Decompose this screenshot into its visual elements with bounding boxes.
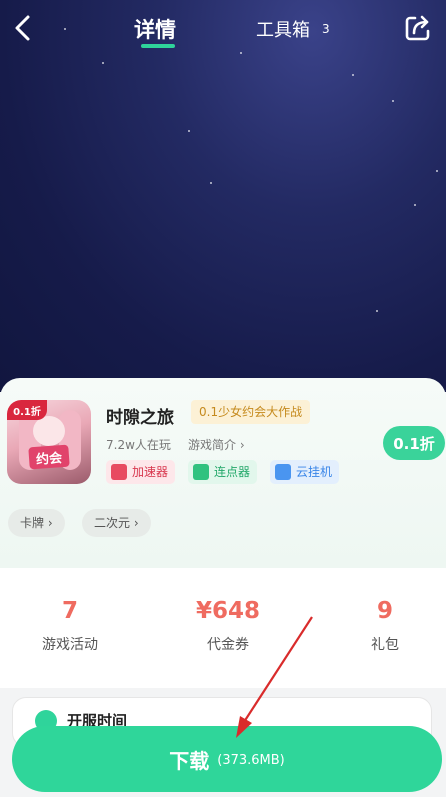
star <box>436 170 438 172</box>
feature-label: 连点器 <box>214 465 251 479</box>
stats-row: 7 游戏活动 ¥648 代金券 9 礼包 <box>0 568 446 688</box>
tab-detail[interactable]: 详情 <box>134 14 176 44</box>
tag-label: 卡牌 <box>20 516 45 530</box>
game-slogan-badge: 0.1少女约会大作战 <box>191 400 311 424</box>
feature-label: 云挂机 <box>296 465 333 479</box>
feature-label: 加速器 <box>132 465 169 479</box>
star <box>102 62 104 64</box>
chevron-right-icon: › <box>133 516 139 530</box>
icon-discount-badge: 0.1折 <box>7 400 47 420</box>
tag-label: 二次元 <box>94 516 131 530</box>
icon-sign: 约会 <box>28 444 70 470</box>
stat-vouchers[interactable]: ¥648 代金券 <box>168 598 288 654</box>
stat-label: 代金券 <box>207 637 249 653</box>
game-title: 时隙之旅 <box>106 408 174 428</box>
top-bar: 详情 工具箱 3 <box>0 0 446 56</box>
feature-cloud-idle[interactable]: 云挂机 <box>270 460 340 484</box>
star <box>414 204 416 206</box>
hero-banner <box>0 0 446 392</box>
stat-label: 游戏活动 <box>42 637 98 653</box>
tab-tools-count: 3 <box>322 22 330 36</box>
star <box>210 182 212 184</box>
star <box>392 100 394 102</box>
chevron-right-icon: › <box>47 516 53 530</box>
star <box>188 130 190 132</box>
chevron-right-icon: › <box>239 438 245 452</box>
game-icon[interactable]: 约会 0.1折 <box>7 400 91 484</box>
tag-card-game[interactable]: 卡牌 › <box>8 509 65 537</box>
share-button[interactable] <box>400 10 436 46</box>
game-info-card: 约会 0.1折 时隙之旅 0.1少女约会大作战 7.2w人在玩 游戏简介 › 加… <box>0 378 446 568</box>
cloud-icon <box>275 464 291 480</box>
icon-art-face <box>33 416 65 446</box>
stat-label: 礼包 <box>371 637 399 653</box>
tab-active-indicator <box>141 44 175 48</box>
player-count: 7.2w人在玩 <box>106 438 171 452</box>
download-label: 下载 <box>169 748 210 773</box>
feature-auto-clicker[interactable]: 连点器 <box>188 460 258 484</box>
game-intro-link[interactable]: 游戏简介 › <box>188 436 245 453</box>
download-button[interactable]: 下载 (373.6MB) <box>12 726 442 792</box>
rocket-icon <box>111 464 127 480</box>
feature-accelerator[interactable]: 加速器 <box>106 460 176 484</box>
stat-value: 7 <box>61 598 78 624</box>
discount-badge: 0.1折 <box>383 426 445 460</box>
back-arrow-icon <box>15 15 30 41</box>
game-intro-label: 游戏简介 <box>188 438 237 452</box>
back-button[interactable] <box>6 10 42 46</box>
download-size: (373.6MB) <box>217 753 285 768</box>
share-icon <box>405 15 430 41</box>
stat-activities[interactable]: 7 游戏活动 <box>10 598 130 654</box>
tap-icon <box>193 464 209 480</box>
star <box>376 310 378 312</box>
star <box>352 74 354 76</box>
stat-gift-packs[interactable]: 9 礼包 <box>325 598 445 654</box>
stat-value: ¥648 <box>195 598 260 624</box>
tab-tools[interactable]: 工具箱 <box>256 16 310 42</box>
stat-value: 9 <box>376 598 393 624</box>
tag-anime[interactable]: 二次元 › <box>82 509 151 537</box>
